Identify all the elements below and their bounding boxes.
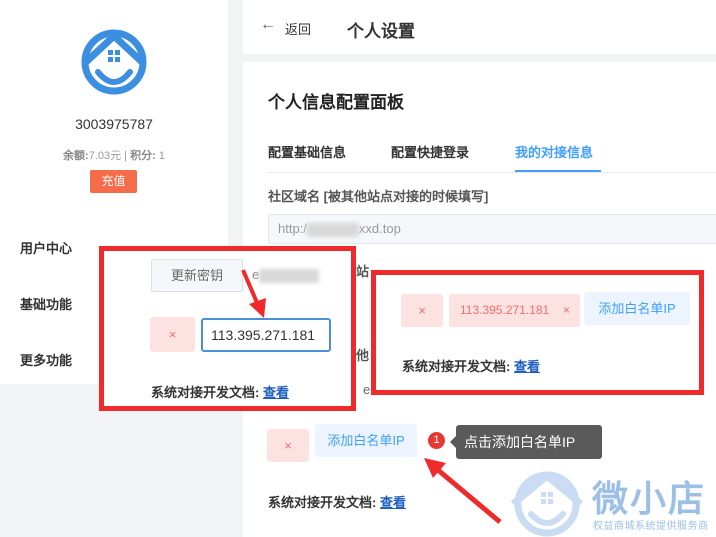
back-arrow-icon[interactable]: ← xyxy=(260,16,276,34)
step-badge: 1 xyxy=(428,432,445,449)
close-icon[interactable]: × xyxy=(563,294,570,327)
partial-label-1: 站 xyxy=(356,264,370,279)
tab-basic-info[interactable]: 配置基础信息 xyxy=(268,142,346,161)
back-button[interactable]: 返回 xyxy=(285,19,311,38)
blurred-domain xyxy=(306,222,359,237)
remove-ip-button[interactable]: × xyxy=(150,317,195,352)
page-title: 个人设置 xyxy=(347,22,415,41)
callout-right: × 113.395.271.181 × 添加白名单IP 系统对接开发文档: 查看 xyxy=(371,270,704,395)
doc-link[interactable]: 查看 xyxy=(514,359,540,374)
user-id: 3003975787 xyxy=(75,116,153,132)
tab-quick-login[interactable]: 配置快捷登录 xyxy=(391,142,469,161)
tab-divider xyxy=(268,172,716,173)
watermark-subtitle: 权益商城系统提供服务商 xyxy=(593,521,709,532)
menu-basic-functions[interactable]: 基础功能 xyxy=(20,294,72,313)
blurred-secret xyxy=(259,268,320,283)
callout-left: 更新密钥 e × 113.395.271.181 系统对接开发文档: 查看 xyxy=(99,246,356,411)
ip-tag: 113.395.271.181 × xyxy=(449,294,580,327)
add-whitelist-ip-button[interactable]: 添加白名单IP xyxy=(315,424,417,457)
renew-secret-button[interactable]: 更新密钥 xyxy=(151,259,243,292)
doc-row: 系统对接开发文档: 查看 xyxy=(268,495,406,510)
menu-user-center[interactable]: 用户中心 xyxy=(20,238,72,257)
partial-label-2: 他 xyxy=(356,348,370,363)
watermark-brand: 微小店 xyxy=(592,478,707,519)
remove-ip-button[interactable]: × xyxy=(401,294,443,327)
ip-input[interactable]: 113.395.271.181 xyxy=(201,318,331,352)
recharge-button[interactable]: 充值 xyxy=(90,170,137,193)
doc-row: 系统对接开发文档: 查看 xyxy=(402,359,540,374)
domain-field[interactable]: http:/xxd.top xyxy=(268,214,716,244)
panel-title: 个人信息配置面板 xyxy=(268,93,404,112)
secret-value: e xyxy=(252,267,320,283)
doc-row: 系统对接开发文档: 查看 xyxy=(151,385,289,400)
partial-text-3: e xyxy=(363,382,371,397)
tooltip: 点击添加白名单IP xyxy=(450,425,602,459)
add-whitelist-ip-button[interactable]: 添加白名单IP xyxy=(584,292,690,325)
balance-info: 余额:7.03元 | 积分: 1 xyxy=(63,150,165,162)
tab-docking-info[interactable]: 我的对接信息 xyxy=(515,142,593,161)
doc-link[interactable]: 查看 xyxy=(380,495,406,510)
menu-more-functions[interactable]: 更多功能 xyxy=(20,350,72,369)
doc-link[interactable]: 查看 xyxy=(263,385,289,400)
avatar xyxy=(81,29,147,95)
header-bar: ← 返回 个人设置 xyxy=(243,0,716,54)
domain-label: 社区域名 [被其他站点对接的时候填写] xyxy=(268,189,489,204)
remove-ip-button[interactable]: × xyxy=(267,429,309,462)
